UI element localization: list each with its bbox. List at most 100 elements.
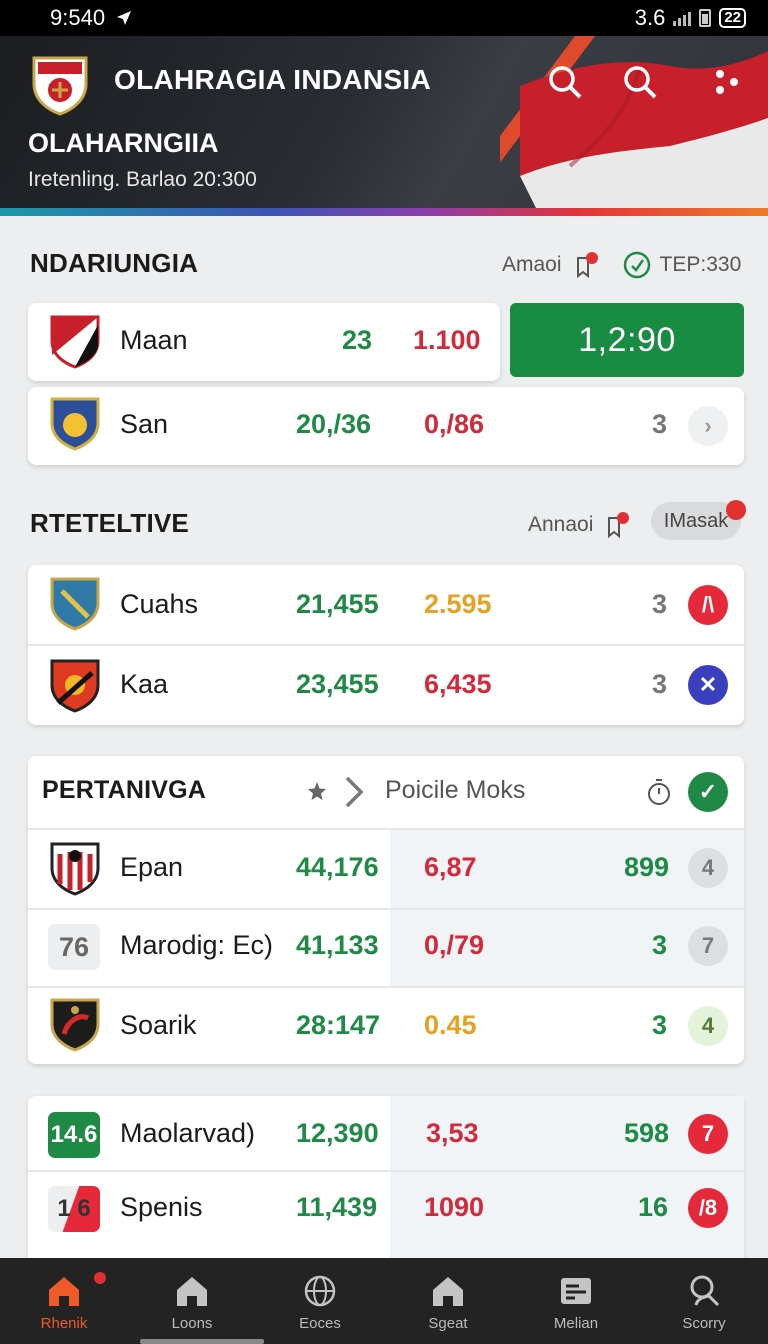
home-icon <box>177 1277 207 1306</box>
bottom-navigation: Rhenik Loons Eoces Sgeat Melian Scorry <box>0 1258 768 1344</box>
team-odds: 6,435 <box>424 669 492 699</box>
close-icon[interactable]: ✕ <box>688 665 728 705</box>
header-subtitle: OLAHARNGIIA <box>28 128 219 158</box>
team-name: Spenis <box>120 1192 203 1222</box>
search-icon <box>690 1275 720 1307</box>
team-score: 20,/36 <box>296 409 372 439</box>
nav-label: Loons <box>171 1315 213 1332</box>
match-row[interactable]: 76 Marodig: Ec) 41,133 0,/79 3 7 <box>28 910 744 988</box>
stopwatch-icon[interactable] <box>644 776 674 808</box>
nav-active-indicator <box>140 1339 264 1344</box>
header-color-stripe <box>0 208 768 216</box>
network-label: 3.6 <box>634 5 666 30</box>
ranking-card: PERTANIVGA Poicile Moks ✓ Epan 44,176 6,… <box>28 756 744 1064</box>
search-icon[interactable] <box>620 62 660 102</box>
team-logo <box>50 397 100 451</box>
signal-icon <box>673 10 692 26</box>
team-odds: 6,87 <box>424 852 477 882</box>
team-score: 23 <box>342 325 373 355</box>
battery-pill: 22 <box>719 8 746 28</box>
home-icon <box>433 1277 463 1306</box>
filter-chip-label: IMasak <box>663 509 729 532</box>
match-count: 899 <box>624 852 670 882</box>
nav-label: Melian <box>553 1315 599 1332</box>
nav-label: Rhenik <box>40 1315 88 1332</box>
rank-badge[interactable]: 7 <box>688 1114 728 1154</box>
team-name: Cuahs <box>120 589 199 619</box>
filter-label[interactable]: Poicile Moks <box>385 776 525 805</box>
section-actions: Amaoi TEP:330 <box>502 250 741 280</box>
team-logo <box>50 842 100 896</box>
star-icon[interactable] <box>306 780 328 802</box>
match-row[interactable]: Cuahs 21,455 2.595 3 /\ <box>28 565 744 643</box>
team-name: Maan <box>120 325 188 355</box>
globe-icon <box>304 1275 336 1307</box>
match-row[interactable]: Maan 23 1.100 <box>28 303 500 381</box>
match-list-card: Cuahs 21,455 2.595 3 /\ Kaa 23,455 6,435… <box>28 565 744 725</box>
list-icon <box>561 1278 591 1304</box>
team-name: Epan <box>120 852 184 882</box>
nav-item-sgeat[interactable]: Sgeat <box>384 1258 512 1344</box>
nav-item-eoces[interactable]: Eoces <box>256 1258 384 1344</box>
app-header: OLAHRAGIA INDANSIA OLAHARNGIIA Iretenlin… <box>0 36 768 216</box>
nav-item-home[interactable]: Rhenik <box>0 1258 128 1344</box>
chevron-right-icon[interactable]: › <box>688 406 728 446</box>
bookmark-alert-icon[interactable] <box>601 510 631 540</box>
timer-icon[interactable] <box>622 250 652 280</box>
team-name: Maolarvad) <box>120 1118 256 1148</box>
rank-badge[interactable]: 4 <box>688 1006 728 1046</box>
section-title: NDARIUNGIA <box>30 248 199 278</box>
row-divider <box>28 644 744 646</box>
match-row[interactable]: Kaa 23,455 6,435 3 ✕ <box>28 647 744 725</box>
section-actions: Annaoi <box>528 510 631 540</box>
app-logo-crest <box>32 56 88 116</box>
team-name: Soarik <box>120 1010 197 1040</box>
rank-badge[interactable]: 7 <box>688 926 728 966</box>
primary-time-button[interactable]: 1,2:90 <box>510 303 744 377</box>
team-odds: 3,53 <box>426 1118 479 1148</box>
team-score: 21,455 <box>296 589 379 619</box>
search-icon[interactable] <box>545 62 585 102</box>
team-odds: 2.595 <box>424 589 492 619</box>
whistle-icon[interactable]: ✓ <box>688 772 728 812</box>
team-logo <box>50 315 100 369</box>
team-odds: 0,/86 <box>424 409 485 439</box>
team-logo <box>50 659 100 713</box>
nav-label: Sgeat <box>428 1315 468 1332</box>
team-score: 41,133 <box>296 930 379 960</box>
header-meta: Iretenling. Barlao 20:300 <box>28 168 257 191</box>
match-row[interactable]: San 20,/36 0,/86 3 › <box>28 387 744 465</box>
match-row[interactable]: 1 6 Spenis 11,439 1090 16 /8 <box>28 1172 744 1250</box>
team-odds: 0.45 <box>424 1010 477 1040</box>
team-odds: 1.100 <box>413 325 481 355</box>
rank-badge[interactable]: /8 <box>688 1188 728 1228</box>
status-bar: 9:540 3.6 22 <box>0 0 768 36</box>
alert-dot-icon <box>726 500 746 520</box>
team-name: Marodig: Ec) <box>120 930 274 960</box>
match-count: 3 <box>652 589 668 619</box>
match-count: 16 <box>638 1192 669 1222</box>
nav-item-loons[interactable]: Loons <box>128 1258 256 1344</box>
team-score: 28:147 <box>296 1010 381 1040</box>
match-row[interactable]: Soarik 28:147 0.45 3 4 <box>28 988 744 1066</box>
team-score: 11,439 <box>296 1192 378 1222</box>
chevron-right-icon[interactable] <box>342 774 366 810</box>
nav-label: Eoces <box>299 1315 341 1332</box>
bookmark-alert-icon[interactable] <box>570 250 600 280</box>
section-action-label[interactable]: Annaoi <box>528 513 593 537</box>
ranking-card: 14.6 Maolarvad) 12,390 3,53 598 7 1 6 Sp… <box>28 1096 744 1258</box>
match-row[interactable]: 14.6 Maolarvad) 12,390 3,53 598 7 <box>28 1096 744 1174</box>
app-title: OLAHRAGIA INDANSIA <box>114 64 432 95</box>
match-row[interactable]: Epan 44,176 6,87 899 4 <box>28 830 744 908</box>
rank-badge[interactable]: 4 <box>688 848 728 888</box>
team-score: 44,176 <box>296 852 379 882</box>
more-icon[interactable] <box>706 62 746 102</box>
team-odds: 0,/79 <box>424 930 485 960</box>
team-name: Kaa <box>120 669 169 699</box>
status-badge[interactable]: /\ <box>688 585 728 625</box>
match-count: 3 <box>652 930 668 960</box>
nav-item-melian[interactable]: Melian <box>512 1258 640 1344</box>
section-action-label[interactable]: Amaoi <box>502 253 562 277</box>
match-count: 598 <box>624 1118 670 1148</box>
nav-item-scorry[interactable]: Scorry <box>640 1258 768 1344</box>
